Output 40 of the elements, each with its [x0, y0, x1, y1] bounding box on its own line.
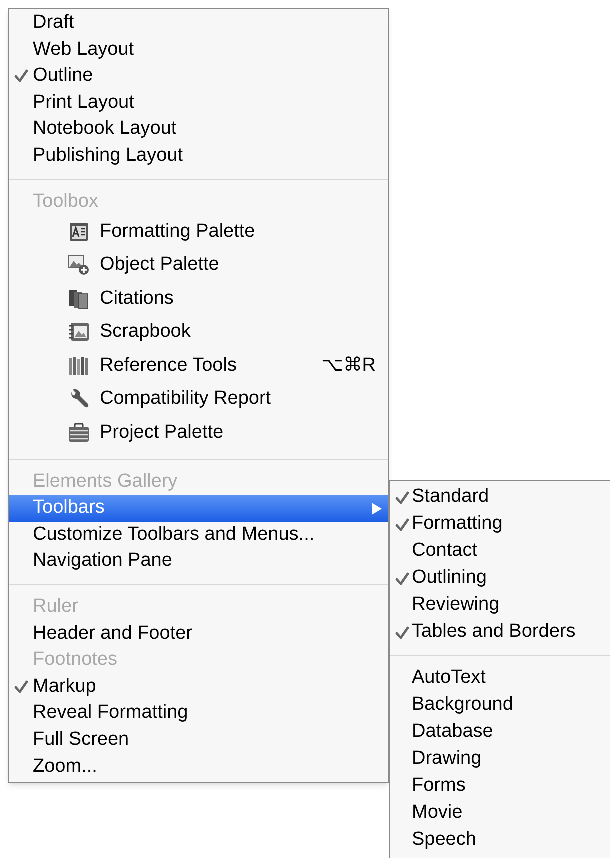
menu-item[interactable]: Outlining — [390, 565, 610, 592]
menu-item[interactable]: Outline — [9, 63, 388, 90]
menu-item[interactable]: Reveal Formatting — [9, 700, 388, 727]
notebook-icon — [68, 321, 90, 344]
menu-item[interactable]: Speech — [390, 827, 610, 854]
menu-item[interactable]: AutoText — [390, 665, 610, 692]
menu-item[interactable]: Header and Footer — [9, 620, 388, 648]
menu-item[interactable]: Navigation Pane — [9, 548, 388, 576]
books-shelf-icon — [68, 354, 90, 377]
menu-item[interactable]: Print Layout — [9, 90, 388, 116]
menu-item[interactable]: Project Palette — [9, 416, 388, 450]
menu-item[interactable]: Forms — [390, 773, 610, 800]
menu-item[interactable]: Object Palette — [9, 248, 388, 282]
menu-item[interactable]: Publishing Layout — [9, 142, 388, 170]
menu-item[interactable]: Full Screen — [9, 727, 388, 754]
menu-item[interactable]: Web Layout — [9, 36, 388, 64]
menu-item[interactable]: Formatting Palette — [9, 215, 388, 249]
menu-item[interactable]: Standard — [390, 484, 610, 511]
menu-item[interactable]: Zoom... — [9, 754, 388, 780]
menu-item[interactable]: Notebook Layout — [9, 116, 388, 143]
menu-item[interactable]: Contact — [390, 538, 610, 565]
menu-item[interactable]: Customize Toolbars and Menus... — [9, 522, 388, 548]
menu-item[interactable]: Formatting — [390, 511, 610, 538]
document-icon — [68, 220, 90, 243]
menu-item[interactable]: Citations — [9, 282, 388, 316]
menu-item[interactable]: Database — [390, 719, 610, 746]
menu-item[interactable]: Background — [390, 692, 610, 719]
briefcase-icon — [68, 422, 90, 444]
menu-item[interactable]: Compatibility Report — [9, 382, 388, 416]
menu-item[interactable]: Draft — [9, 10, 388, 37]
menu-item[interactable]: Markup — [9, 674, 388, 700]
menu-item[interactable]: Reference Tools ⌥⌘R — [9, 349, 388, 383]
menu-item[interactable]: Toolbars — [9, 495, 388, 522]
menu-item[interactable]: Reviewing — [390, 592, 610, 619]
menu-item[interactable]: Movie — [390, 800, 610, 827]
menu-item[interactable]: Drawing — [390, 746, 610, 773]
stacked-books-icon — [68, 288, 90, 310]
menu-item[interactable]: Tables and Borders — [390, 619, 610, 646]
menu-item[interactable]: Scrapbook — [9, 316, 388, 350]
image-plus-icon — [68, 254, 90, 276]
